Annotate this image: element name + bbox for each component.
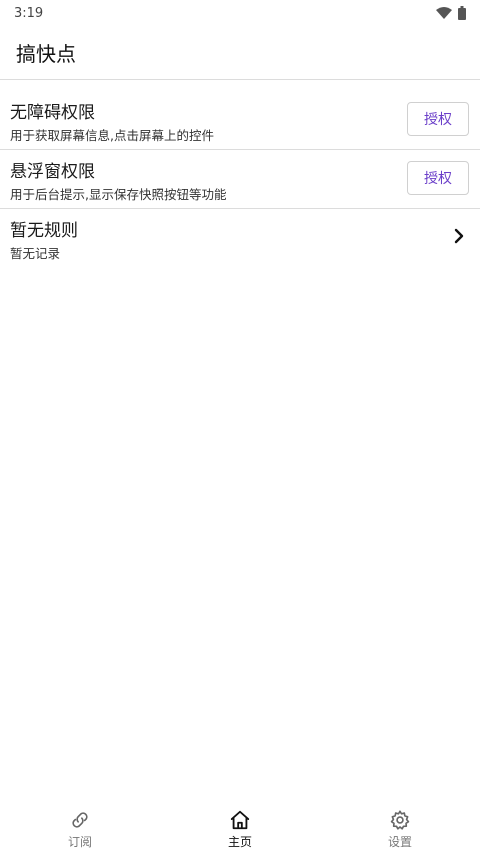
status-icons (436, 6, 466, 20)
gear-icon (390, 810, 410, 830)
battery-icon (458, 6, 466, 20)
app-title: 搞快点 (16, 42, 76, 66)
status-bar: 3:19 (0, 0, 480, 26)
link-icon (72, 812, 88, 828)
list-item-rules[interactable]: 暂无规则 暂无记录 (0, 209, 480, 268)
list-item-subtitle: 用于后台提示,显示保存快照按钮等功能 (10, 187, 227, 202)
chevron-right-icon (454, 228, 464, 244)
list-item-overlay: 悬浮窗权限 用于后台提示,显示保存快照按钮等功能 授权 (0, 150, 480, 209)
home-icon (230, 810, 250, 830)
list-item-accessibility: 无障碍权限 用于获取屏幕信息,点击屏幕上的控件 授权 (0, 91, 480, 150)
authorize-overlay-button[interactable]: 授权 (407, 161, 469, 195)
list-item-subtitle: 用于获取屏幕信息,点击屏幕上的控件 (10, 128, 214, 143)
nav-label: 订阅 (67, 835, 92, 849)
nav-label: 主页 (227, 835, 252, 849)
screen: 3:19 搞快点 无障碍权限 用于获取屏幕信息,点击屏幕上的控件 授权 悬浮窗权… (0, 0, 480, 855)
authorize-accessibility-button[interactable]: 授权 (407, 102, 469, 136)
nav-item-subscribe[interactable]: 订阅 (0, 803, 160, 855)
permission-list: 无障碍权限 用于获取屏幕信息,点击屏幕上的控件 授权 悬浮窗权限 用于后台提示,… (0, 91, 480, 268)
nav-label: 设置 (387, 835, 412, 849)
list-item-title: 暂无规则 (10, 221, 78, 241)
wifi-icon (436, 7, 452, 19)
list-item-title: 无障碍权限 (10, 103, 95, 123)
nav-item-home[interactable]: 主页 (160, 803, 320, 855)
nav-item-settings[interactable]: 设置 (320, 803, 480, 855)
app-bar: 搞快点 (0, 26, 480, 80)
status-time: 3:19 (14, 5, 44, 21)
bottom-nav: 订阅 主页 设置 (0, 803, 480, 855)
list-item-subtitle: 暂无记录 (10, 246, 61, 261)
list-item-title: 悬浮窗权限 (10, 162, 95, 182)
